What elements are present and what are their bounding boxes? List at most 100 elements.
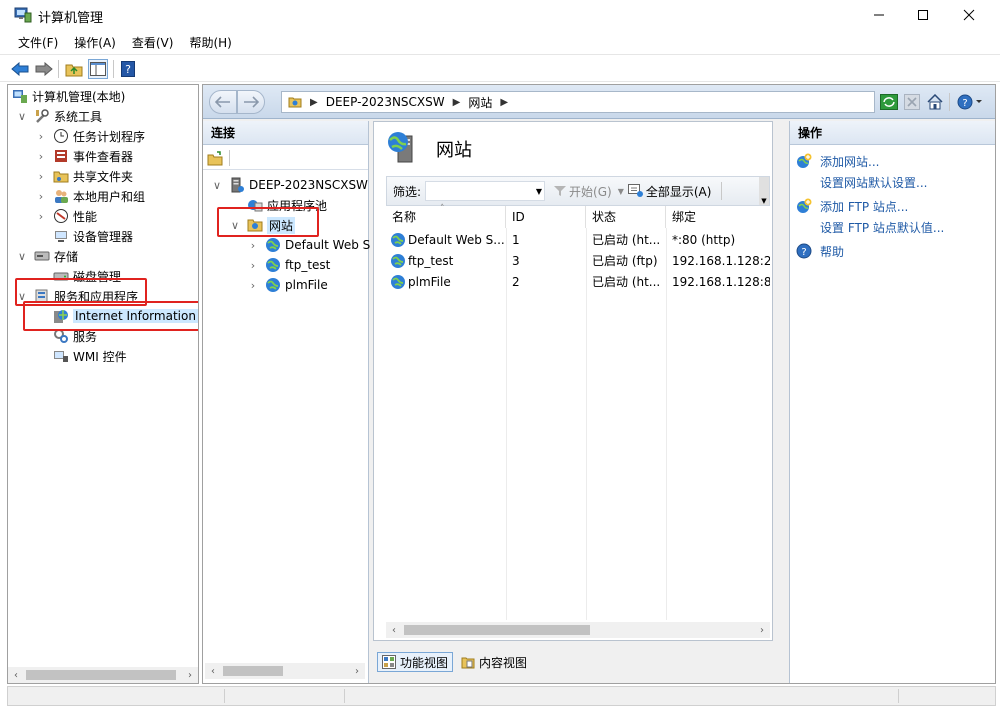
chevron-right-icon[interactable]: › [35, 210, 47, 223]
tree-item-performance[interactable]: › 性能 [35, 206, 97, 226]
scroll-thumb[interactable] [404, 625, 590, 635]
forward-button[interactable] [34, 59, 54, 79]
breadcrumb-server[interactable]: DEEP-2023NSCXSW [326, 95, 445, 109]
wmi-icon [54, 351, 68, 362]
storage-icon [34, 251, 50, 261]
connections-toolbar [203, 146, 368, 170]
globe-icon [266, 278, 280, 292]
minimize-button[interactable] [856, 0, 902, 30]
conn-site-plmfile[interactable]: › plmFile [247, 275, 328, 295]
maximize-button[interactable] [900, 0, 946, 30]
chevron-right-icon[interactable]: › [35, 170, 47, 183]
console-tree: 计算机管理(本地) ∨ 系统工具 › 任务计划程序 › 事件查看器 › 共享文件… [7, 84, 199, 684]
help-icon: ? [957, 94, 982, 110]
tab-content-view[interactable]: 内容视图 [457, 652, 531, 672]
menu-help[interactable]: 帮助(H) [181, 32, 239, 54]
chevron-down-icon[interactable]: ∨ [16, 250, 28, 263]
conn-site-ftp-test[interactable]: › ftp_test [247, 255, 330, 275]
column-header-binding[interactable]: 绑定 [666, 206, 770, 228]
site-row-plmfile[interactable]: plmFile 2 已启动 (ht... 192.168.1.128:88 [386, 272, 770, 293]
chevron-right-icon[interactable]: › [35, 190, 47, 203]
site-defaults-link[interactable]: 设置网站默认设置... [820, 174, 927, 191]
breadcrumb-sites[interactable]: 网站 [468, 94, 492, 111]
show-hide-tree-button[interactable] [88, 59, 108, 79]
site-row-ftp-test[interactable]: ftp_test 3 已启动 (ftp) 192.168.1.128:21 [386, 251, 770, 272]
show-all-icon [627, 184, 643, 197]
site-id: 3 [512, 254, 520, 268]
conn-server-node[interactable]: ∨ DEEP-2023NSCXSW [211, 175, 368, 195]
toolbar-overflow-icon[interactable]: ▼ [759, 177, 769, 205]
tree-item-event-viewer[interactable]: › 事件查看器 [35, 146, 133, 166]
chevron-right-icon[interactable]: › [35, 150, 47, 163]
scroll-thumb[interactable] [223, 666, 283, 676]
shared-folder-icon [53, 171, 69, 183]
start-filter-button[interactable]: 开始(G) [553, 183, 612, 200]
connections-pane: 连接 ∨ DEEP-2023NSCXSW 应用程序池 ∨ 网站 › Defaul… [203, 121, 370, 683]
tree-horizontal-scrollbar[interactable]: ‹ › [8, 667, 198, 683]
scroll-right-icon[interactable]: › [754, 625, 770, 636]
add-ftp-site-link[interactable]: 添加 FTP 站点... [820, 198, 908, 215]
scroll-right-icon[interactable]: › [182, 670, 198, 681]
grid-horizontal-scrollbar[interactable]: ‹ › [386, 622, 770, 638]
chevron-down-icon[interactable]: ∨ [16, 110, 28, 123]
scroll-left-icon[interactable]: ‹ [8, 670, 24, 681]
tree-item-root[interactable]: 计算机管理(本地) [12, 86, 125, 106]
chevron-right-icon[interactable]: › [247, 259, 259, 272]
column-header-id[interactable]: ID [506, 206, 586, 228]
site-name: ftp_test [408, 254, 454, 268]
scroll-left-icon[interactable]: ‹ [205, 666, 221, 677]
nav-back-button[interactable] [209, 90, 237, 114]
menu-action[interactable]: 操作(A) [66, 32, 124, 54]
breadcrumb-separator-icon: ▶ [310, 96, 318, 108]
tree-item-system-tools[interactable]: ∨ 系统工具 [16, 106, 102, 126]
column-header-status[interactable]: 状态 [586, 206, 666, 228]
close-icon [963, 9, 975, 21]
stop-button[interactable] [902, 92, 922, 112]
site-row-default[interactable]: Default Web S... 1 已启动 (ht... *:80 (http… [386, 230, 770, 251]
ftp-site-defaults-link[interactable]: 设置 FTP 站点默认值... [820, 219, 944, 236]
site-binding: 192.168.1.128:21 [672, 254, 770, 268]
sort-ascending-icon: ˄ [440, 204, 445, 214]
help-button[interactable]: ? [118, 59, 138, 79]
help-dropdown-button[interactable]: ? [955, 92, 985, 112]
stop-icon [904, 94, 920, 110]
scroll-left-icon[interactable]: ‹ [386, 625, 402, 636]
chevron-right-icon[interactable]: › [35, 130, 47, 143]
tab-features-view[interactable]: 功能视图 [377, 652, 454, 672]
tree-item-local-users[interactable]: › 本地用户和组 [35, 186, 145, 206]
help-link[interactable]: 帮助 [820, 243, 844, 260]
home-button[interactable] [925, 92, 945, 112]
back-button[interactable] [10, 59, 30, 79]
address-field[interactable]: ▶ DEEP-2023NSCXSW ▶ 网站 ▶ [281, 91, 875, 113]
tree-item-device-manager[interactable]: 设备管理器 [53, 226, 133, 246]
show-all-button[interactable]: 全部显示(A) [627, 183, 711, 200]
dropdown-arrow-icon[interactable]: ▼ [618, 187, 624, 196]
connections-header: 连接 [203, 121, 368, 145]
new-connection-button[interactable] [207, 150, 223, 166]
connect-icon [207, 150, 223, 165]
nav-forward-button[interactable] [237, 90, 265, 114]
chevron-down-icon[interactable]: ∨ [211, 179, 223, 192]
tree-item-wmi-control[interactable]: WMI 控件 [53, 346, 127, 366]
menu-file[interactable]: 文件(F) [10, 32, 66, 54]
close-button[interactable] [946, 0, 992, 30]
tree-item-shared-folders[interactable]: › 共享文件夹 [35, 166, 133, 186]
tree-item-task-scheduler[interactable]: › 任务计划程序 [35, 126, 145, 146]
menu-view[interactable]: 查看(V) [124, 32, 182, 54]
tree-item-storage[interactable]: ∨ 存储 [16, 246, 78, 266]
scroll-thumb[interactable] [26, 670, 176, 680]
clock-icon [54, 129, 68, 143]
svg-text:?: ? [962, 98, 967, 109]
conn-horizontal-scrollbar[interactable]: ‹ › [205, 663, 365, 679]
chevron-right-icon[interactable]: › [247, 279, 259, 292]
conn-site-default[interactable]: › Default Web S [247, 235, 370, 255]
globe-icon [266, 258, 280, 272]
up-folder-button[interactable] [64, 59, 84, 79]
globe-icon [266, 238, 280, 252]
add-site-link[interactable]: 添加网站... [820, 153, 879, 170]
column-header-name[interactable]: 名称 ˄ [386, 204, 506, 228]
chevron-right-icon[interactable]: › [247, 239, 259, 252]
scroll-right-icon[interactable]: › [349, 666, 365, 677]
svg-text:?: ? [801, 247, 806, 258]
refresh-button[interactable] [879, 92, 899, 112]
